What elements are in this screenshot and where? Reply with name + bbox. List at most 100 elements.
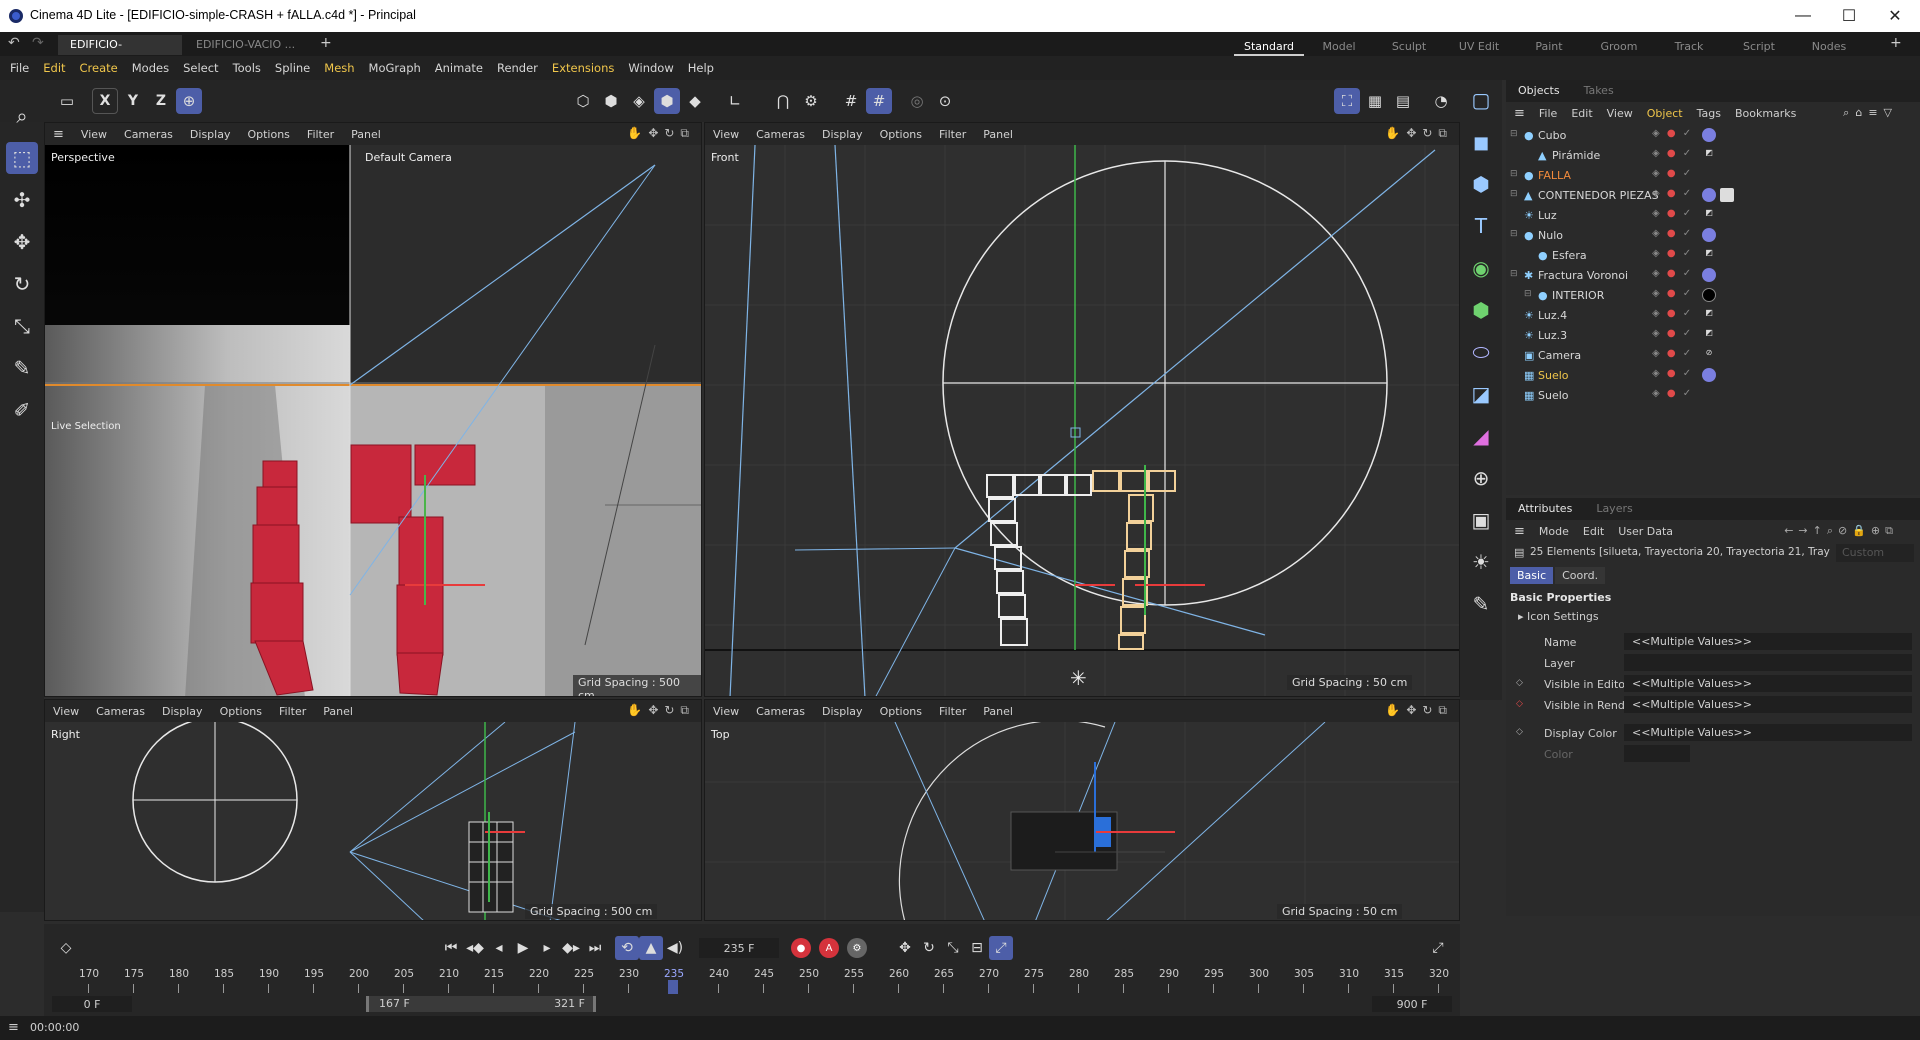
menu-animate[interactable]: Animate [435, 61, 483, 75]
axis-mode-icon[interactable]: ∟ [722, 88, 748, 114]
viewport-nav-icons[interactable]: ✋✥↻⧉ [1385, 703, 1453, 718]
attr-nav-icons[interactable]: ←→↑⌕⊘🔒⊕⧉ [1784, 524, 1898, 538]
vp-menu-panel[interactable]: Panel [983, 705, 1013, 718]
object-row[interactable]: ⊟ ● INTERIOR ◈ ● ✓ [1506, 286, 1920, 306]
keyframe-diamond-icon[interactable]: ◇ [1516, 727, 1523, 737]
vp-menu-cameras[interactable]: Cameras [756, 705, 805, 718]
uv-mode-icon[interactable]: ◆ [682, 88, 708, 114]
next-key-icon[interactable]: ◆▸ [559, 936, 583, 960]
expand-icon[interactable]: ⊟ [1510, 269, 1518, 279]
x-axis-lock[interactable]: X [92, 88, 118, 114]
loop-icon[interactable]: ⟲ [615, 936, 639, 960]
object-tag-icon[interactable] [1702, 368, 1716, 382]
key-pla-icon[interactable]: ⤢ [989, 936, 1013, 960]
object-row[interactable]: ▦ Suelo ◈ ● ✓ [1506, 386, 1920, 406]
object-name[interactable]: Suelo [1538, 389, 1569, 402]
playhead[interactable] [668, 980, 678, 994]
vp-menu-cameras[interactable]: Cameras [96, 705, 145, 718]
subdivision-icon[interactable]: ◉ [1465, 252, 1497, 284]
visibility-toggles[interactable]: ◈ ● ✓ [1652, 308, 1693, 319]
doc-tab[interactable]: EDIFICIO-VACIO ... [184, 35, 308, 55]
vp-menu-view[interactable]: View [81, 128, 107, 141]
attr-value[interactable] [1624, 745, 1690, 762]
attr-value[interactable] [1624, 654, 1912, 671]
visibility-toggles[interactable]: ◈ ● ✓ [1652, 388, 1693, 399]
polygons-mode-icon[interactable]: ◈ [626, 88, 652, 114]
key-scale-icon[interactable]: ⤡ [941, 936, 965, 960]
edit-icon[interactable]: ✎ [1465, 588, 1497, 620]
visibility-toggles[interactable]: ◈ ● ✓ [1652, 288, 1693, 299]
camera-name[interactable]: Default Camera [365, 151, 452, 164]
expand-icon[interactable]: ⊟ [1524, 289, 1532, 299]
object-row[interactable]: ⊟ ✱ Fractura Voronoi ◈ ● ✓ [1506, 266, 1920, 286]
layout-tab[interactable]: Nodes [1794, 38, 1864, 56]
object-name[interactable]: CONTENEDOR PIEZAS [1538, 189, 1659, 202]
autokey-icon[interactable]: A [819, 938, 839, 958]
prev-key-icon[interactable]: ◂◆ [463, 936, 487, 960]
object-row[interactable]: ▦ Suelo ◈ ● ✓ [1506, 366, 1920, 386]
object-name[interactable]: Suelo [1538, 369, 1569, 382]
obj-menu-object[interactable]: Object [1647, 107, 1683, 120]
visibility-toggles[interactable]: ◈ ● ✓ [1652, 368, 1693, 379]
object-row[interactable]: ⊟ ● FALLA ◈ ● ✓ [1506, 166, 1920, 186]
grid-icon[interactable]: # [838, 88, 864, 114]
visibility-toggles[interactable]: ◈ ● ✓ [1652, 248, 1693, 259]
menu-mesh[interactable]: Mesh [324, 61, 354, 75]
object-tag-icon[interactable]: ◩ [1702, 148, 1716, 162]
attr-menu-userdata[interactable]: User Data [1618, 525, 1673, 538]
object-name[interactable]: Esfera [1552, 249, 1587, 262]
visibility-toggles[interactable]: ◈ ● ✓ [1652, 188, 1693, 199]
light-icon[interactable]: ☀ [1465, 546, 1497, 578]
object-name[interactable]: Luz [1538, 209, 1557, 222]
brush-icon[interactable]: ✐ [6, 394, 38, 426]
hamburger-icon[interactable]: ≡ [1514, 106, 1525, 121]
live-selection-icon[interactable]: ⬚ [6, 142, 38, 174]
object-name[interactable]: Luz.4 [1538, 309, 1567, 322]
menu-render[interactable]: Render [497, 61, 538, 75]
expand-icon[interactable]: ⊟ [1510, 189, 1518, 199]
expand-icon[interactable]: ⊟ [1510, 229, 1518, 239]
visibility-toggles[interactable]: ◈ ● ✓ [1652, 268, 1693, 279]
menu-extensions[interactable]: Extensions [552, 61, 614, 75]
menu-modes[interactable]: Modes [132, 61, 169, 75]
obj-menu-bookmarks[interactable]: Bookmarks [1735, 107, 1796, 120]
layout-tab[interactable]: Model [1304, 38, 1374, 56]
key-param-icon[interactable]: ⊟ [965, 936, 989, 960]
attr-value[interactable]: <<Multiple Values>> [1624, 675, 1912, 692]
subtab-basic[interactable]: Basic [1510, 566, 1554, 584]
tab-attributes[interactable]: Attributes [1506, 498, 1584, 520]
render-settings-icon[interactable]: ⊙ [932, 88, 958, 114]
z-axis-lock[interactable]: Z [148, 88, 174, 114]
cube-icon[interactable]: ◼ [1465, 126, 1497, 158]
menu-edit[interactable]: Edit [43, 61, 65, 75]
undo-icon[interactable]: ↶ [8, 35, 20, 51]
attr-value[interactable]: <<Multiple Values>> [1624, 696, 1912, 713]
object-name[interactable]: Cubo [1538, 129, 1566, 142]
search-commands-icon[interactable]: ◔ [1428, 88, 1454, 114]
layout-tab[interactable]: Standard [1234, 38, 1304, 56]
right-viewport[interactable]: View Cameras Display Options Filter Pane… [44, 699, 702, 921]
object-row[interactable]: ⊟ ▲ CONTENEDOR PIEZAS ◈ ● ✓ [1506, 186, 1920, 206]
search-filter-icons[interactable]: ⌕⌂≡▽ [1843, 106, 1898, 120]
object-tag-icon[interactable]: ◩ [1702, 328, 1716, 342]
keyframe-diamond-icon[interactable]: ◇ [1516, 678, 1523, 688]
object-row[interactable]: ● Esfera ◈ ● ✓ ◩ [1506, 246, 1920, 266]
visibility-toggles[interactable]: ◈ ● ✓ [1652, 168, 1693, 179]
object-row[interactable]: ▲ Pirámide ◈ ● ✓ ◩ [1506, 146, 1920, 166]
object-tag-icon[interactable] [1702, 268, 1716, 282]
object-row[interactable]: ☀ Luz ◈ ● ✓ ◩ [1506, 206, 1920, 226]
attr-menu-edit[interactable]: Edit [1583, 525, 1604, 538]
attr-value[interactable]: <<Multiple Values>> [1624, 633, 1912, 650]
render-view-icon[interactable]: ⛶ [1334, 88, 1360, 114]
close-button[interactable]: ✕ [1872, 0, 1918, 32]
visibility-toggles[interactable]: ◈ ● ✓ [1652, 148, 1693, 159]
front-viewport[interactable]: View Cameras Display Options Filter Pane… [704, 122, 1460, 697]
rectangle-spline-icon[interactable]: ▢ [1465, 84, 1497, 116]
attr-menu-mode[interactable]: Mode [1539, 525, 1569, 538]
y-axis-lock[interactable]: Y [120, 88, 146, 114]
vp-menu-options[interactable]: Options [880, 128, 922, 141]
vp-menu-panel[interactable]: Panel [323, 705, 353, 718]
spline-pen-icon[interactable]: ✎ [6, 352, 38, 384]
object-name[interactable]: Pirámide [1552, 149, 1600, 162]
object-tag-icon[interactable]: ◩ [1702, 208, 1716, 222]
